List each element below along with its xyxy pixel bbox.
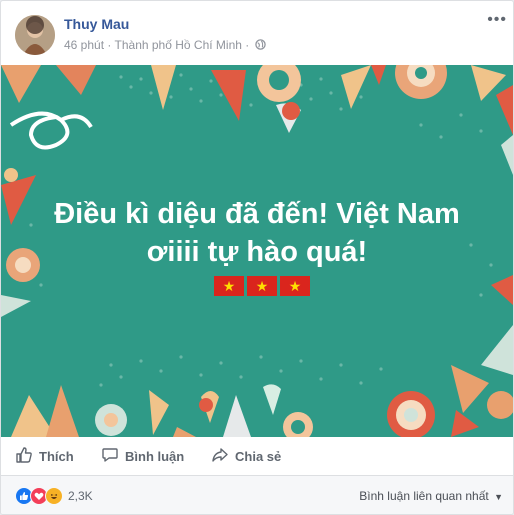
reaction-count[interactable]: 2,3K <box>68 489 93 503</box>
banner-headline: Điều kì diệu đã đến! Việt Nam ơiiii tự h… <box>1 195 513 271</box>
avatar[interactable] <box>15 15 55 55</box>
headline-line-1: Điều kì diệu đã đến! Việt Nam <box>54 198 460 230</box>
share-icon <box>211 446 229 467</box>
comment-sort-dropdown[interactable]: Bình luận liên quan nhất ▼ <box>359 489 503 503</box>
comment-button[interactable]: Bình luận <box>101 446 184 467</box>
comment-sort-label: Bình luận liên quan nhất <box>359 489 489 503</box>
meta-separator-2: · <box>245 38 250 52</box>
vietnam-flag-icon: ★ <box>247 276 277 296</box>
comment-icon <box>101 446 119 467</box>
globe-icon[interactable] <box>254 39 266 53</box>
post-meta: 46 phút · Thành phố Hồ Chí Minh · <box>64 38 266 53</box>
post-banner: Điều kì diệu đã đến! Việt Nam ơiiii tự h… <box>1 65 513 437</box>
meta-separator: · <box>107 38 112 52</box>
reaction-icons[interactable] <box>15 487 63 505</box>
vietnam-flag-icon: ★ <box>280 276 310 296</box>
vietnam-flag-icon: ★ <box>214 276 244 296</box>
post-header: Thuy Mau 46 phút · Thành phố Hồ Chí Minh… <box>1 1 513 65</box>
headline-line-2: ơiiii tự hào quá! <box>146 236 368 268</box>
comment-label: Bình luận <box>125 449 185 464</box>
post-location[interactable]: Thành phố Hồ Chí Minh <box>115 38 242 52</box>
caret-down-icon: ▼ <box>494 492 503 502</box>
share-label: Chia sẻ <box>235 449 282 464</box>
like-button[interactable]: Thích <box>15 446 74 467</box>
thumbs-up-icon <box>15 446 33 467</box>
like-label: Thích <box>39 449 74 464</box>
action-bar: Thích Bình luận Chia sẻ <box>1 437 513 476</box>
share-button[interactable]: Chia sẻ <box>211 446 281 467</box>
post-time[interactable]: 46 phút <box>64 38 104 52</box>
reactions-bar: 2,3K Bình luận liên quan nhất ▼ <box>1 476 513 514</box>
vietnam-flags: ★ ★ ★ <box>214 276 310 296</box>
haha-icon <box>45 487 63 505</box>
author-name[interactable]: Thuy Mau <box>64 16 129 32</box>
more-icon[interactable]: ••• <box>487 11 507 29</box>
post-card: Thuy Mau 46 phút · Thành phố Hồ Chí Minh… <box>0 0 514 515</box>
